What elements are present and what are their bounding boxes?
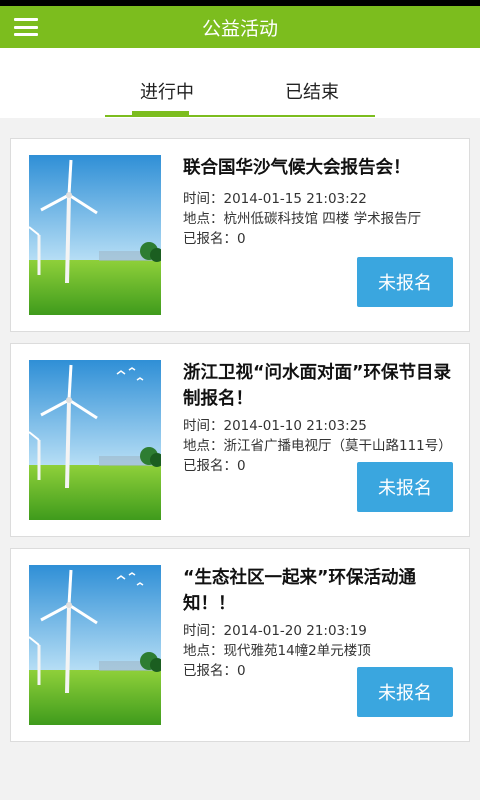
signup-button[interactable]: 未报名 <box>357 462 453 512</box>
event-title: 浙江卫视“问水面对面”环保节目录制报名！ <box>183 363 452 409</box>
event-time: 时间：2014-01-15 21:03:22 <box>183 191 367 207</box>
event-card[interactable]: 联合国华沙气候大会报告会！ 时间：2014-01-15 21:03:22 地点：… <box>10 138 470 332</box>
event-list: 联合国华沙气候大会报告会！ 时间：2014-01-15 21:03:22 地点：… <box>10 138 470 753</box>
tab-bar: 进行中 已结束 <box>0 48 480 118</box>
tab-active-indicator <box>132 111 189 116</box>
event-signups: 已报名：0 <box>183 231 246 247</box>
event-time: 时间：2014-01-10 21:03:25 <box>183 418 367 434</box>
event-thumbnail <box>29 565 161 725</box>
signup-button[interactable]: 未报名 <box>357 257 453 307</box>
event-place: 地点：杭州低碳科技馆 四楼 学术报告厅 <box>183 211 422 227</box>
event-card[interactable]: 浙江卫视“问水面对面”环保节目录制报名！ 时间：2014-01-10 21:03… <box>10 343 470 537</box>
page-title: 公益活动 <box>201 17 278 40</box>
event-time: 时间：2014-01-20 21:03:19 <box>183 623 367 639</box>
app-bar: 公益活动 <box>0 6 480 48</box>
signup-button[interactable]: 未报名 <box>357 667 453 717</box>
menu-icon[interactable] <box>14 15 38 39</box>
event-title: “生态社区一起来”环保活动通知！！ <box>183 568 417 614</box>
tab-ongoing[interactable]: 进行中 <box>140 78 194 104</box>
event-place: 地点：现代雅苑14幢2单元楼顶 <box>183 643 371 659</box>
event-place: 地点：浙江省广播电视厅（莫干山路111号） <box>183 438 452 454</box>
event-thumbnail <box>29 155 161 315</box>
tab-ended[interactable]: 已结束 <box>285 78 339 104</box>
event-card[interactable]: “生态社区一起来”环保活动通知！！ 时间：2014-01-20 21:03:19… <box>10 548 470 742</box>
event-title: 联合国华沙气候大会报告会！ <box>183 158 411 178</box>
event-thumbnail <box>29 360 161 520</box>
